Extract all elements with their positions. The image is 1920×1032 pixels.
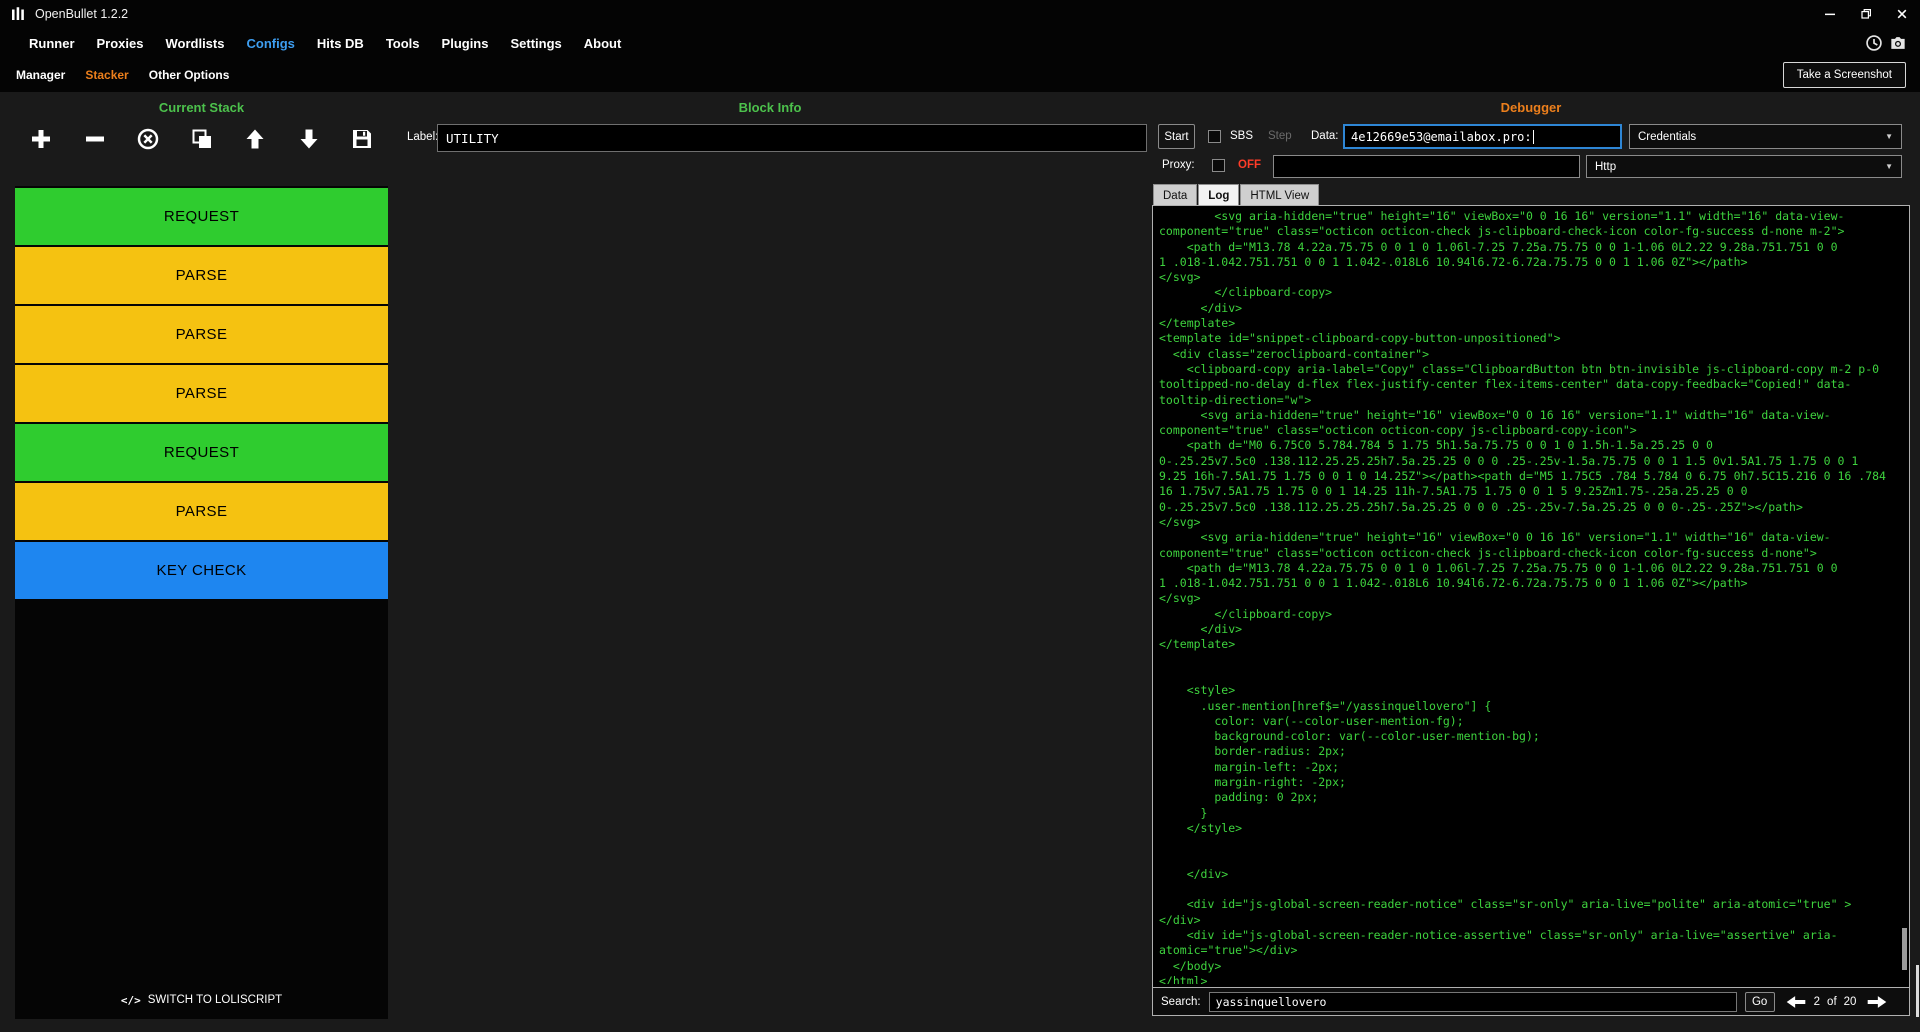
current-stack-title: Current Stack [15,100,388,115]
switch-to-loliscript-button[interactable]: </> SWITCH TO LOLISCRIPT [15,985,388,1015]
tab-data[interactable]: Data [1153,184,1197,206]
debug-data-input[interactable]: 4e12669e53@emailabox.pro: [1343,124,1622,149]
log-content: <svg aria-hidden="true" height="16" view… [1159,209,1897,984]
add-icon[interactable] [29,127,53,151]
move-down-icon[interactable] [297,127,321,151]
stack-block-request[interactable]: REQUEST [15,188,388,245]
menu-item-configs[interactable]: Configs [235,36,305,51]
block-info-title: Block Info [388,100,1152,115]
minimize-button[interactable] [1812,0,1848,28]
wordlist-type-select[interactable]: Credentials ▼ [1629,124,1902,149]
debugger-title: Debugger [1152,100,1910,115]
window-controls [1812,0,1920,28]
debugger-tabs: DataLogHTML View [1153,184,1320,206]
step-button[interactable]: Step [1268,130,1292,142]
maximize-button[interactable] [1848,0,1884,28]
app-logo-icon [9,5,27,23]
search-input[interactable] [1209,992,1737,1012]
proxy-checkbox[interactable] [1212,159,1225,172]
stack-block-parse[interactable]: PARSE [15,483,388,540]
next-match-icon[interactable] [1866,994,1888,1010]
log-search-bar: Search: Go 2 of 20 [1152,988,1910,1016]
menu-item-tools[interactable]: Tools [375,36,431,51]
clone-icon[interactable] [190,127,214,151]
switch-to-loliscript-label: SWITCH TO LOLISCRIPT [148,994,282,1006]
proxy-caption: Proxy: [1162,159,1195,171]
search-separator: of [1827,996,1837,1008]
menu-item-proxies[interactable]: Proxies [86,36,155,51]
take-screenshot-button[interactable]: Take a Screenshot [1783,62,1906,88]
menu-item-settings[interactable]: Settings [499,36,572,51]
search-caption: Search: [1161,996,1201,1008]
submenu-item-stacker[interactable]: Stacker [75,68,138,82]
submenu-bar: ManagerStackerOther Options Take a Scree… [0,58,1920,92]
proxy-type-value: Http [1595,161,1616,173]
move-up-icon[interactable] [243,127,267,151]
label-caption: Label: [407,131,438,143]
start-button[interactable]: Start [1158,124,1195,149]
proxy-input[interactable] [1273,155,1580,178]
remove-icon[interactable] [83,127,107,151]
close-button[interactable] [1884,0,1920,28]
titlebar: OpenBullet 1.2.2 [0,0,1920,28]
menu-icons [1864,33,1908,53]
openbullet-window: OpenBullet 1.2.2 RunnerProxiesWordlistsC… [0,0,1920,1032]
stack-panel: REQUESTPARSEPARSEPARSEREQUESTPARSEKEY CH… [15,186,388,1019]
tab-log[interactable]: Log [1198,184,1239,206]
search-go-button[interactable]: Go [1745,992,1775,1012]
stack-blocks: REQUESTPARSEPARSEPARSEREQUESTPARSEKEY CH… [15,188,388,601]
tab-html-view[interactable]: HTML View [1240,184,1319,206]
menu-item-plugins[interactable]: Plugins [431,36,500,51]
window-scrollbar[interactable] [1916,965,1919,1017]
sbs-checkbox[interactable] [1208,130,1221,143]
wordlist-type-value: Credentials [1638,131,1696,143]
proxy-type-select[interactable]: Http ▼ [1586,155,1902,178]
submenu-item-manager[interactable]: Manager [6,68,75,82]
menu-items: RunnerProxiesWordlistsConfigsHits DBTool… [18,36,632,51]
sbs-label: SBS [1230,130,1253,142]
search-total: 20 [1844,996,1857,1008]
stack-block-parse[interactable]: PARSE [15,365,388,422]
menu-item-wordlists[interactable]: Wordlists [154,36,235,51]
submenu-item-other-options[interactable]: Other Options [139,68,240,82]
log-scrollbar-thumb[interactable] [1902,928,1907,970]
stack-toolbar [15,124,388,154]
menu-item-about[interactable]: About [573,36,633,51]
history-icon[interactable] [1864,33,1884,53]
code-icon: </> [121,994,141,1007]
block-label-input[interactable] [437,124,1147,152]
search-position: 2 [1814,996,1820,1008]
menu-item-runner[interactable]: Runner [18,36,86,51]
proxy-status-label: OFF [1238,159,1261,171]
chevron-down-icon: ▼ [1885,162,1893,171]
stack-block-request[interactable]: REQUEST [15,424,388,481]
debug-data-value: 4e12669e53@emailabox.pro: [1351,130,1532,144]
data-caption: Data: [1311,130,1339,142]
camera-icon[interactable] [1888,33,1908,53]
log-panel[interactable]: <svg aria-hidden="true" height="16" view… [1152,205,1910,988]
menu-bar: RunnerProxiesWordlistsConfigsHits DBTool… [0,28,1920,58]
stack-block-parse[interactable]: PARSE [15,247,388,304]
clear-icon[interactable] [136,127,160,151]
text-caret [1533,130,1534,144]
save-icon[interactable] [350,127,374,151]
chevron-down-icon: ▼ [1885,132,1893,141]
previous-match-icon[interactable] [1785,994,1807,1010]
menu-item-hits-db[interactable]: Hits DB [306,36,375,51]
submenu-items: ManagerStackerOther Options [6,68,239,82]
window-title: OpenBullet 1.2.2 [35,7,128,21]
stack-block-parse[interactable]: PARSE [15,306,388,363]
stack-block-key-check[interactable]: KEY CHECK [15,542,388,599]
